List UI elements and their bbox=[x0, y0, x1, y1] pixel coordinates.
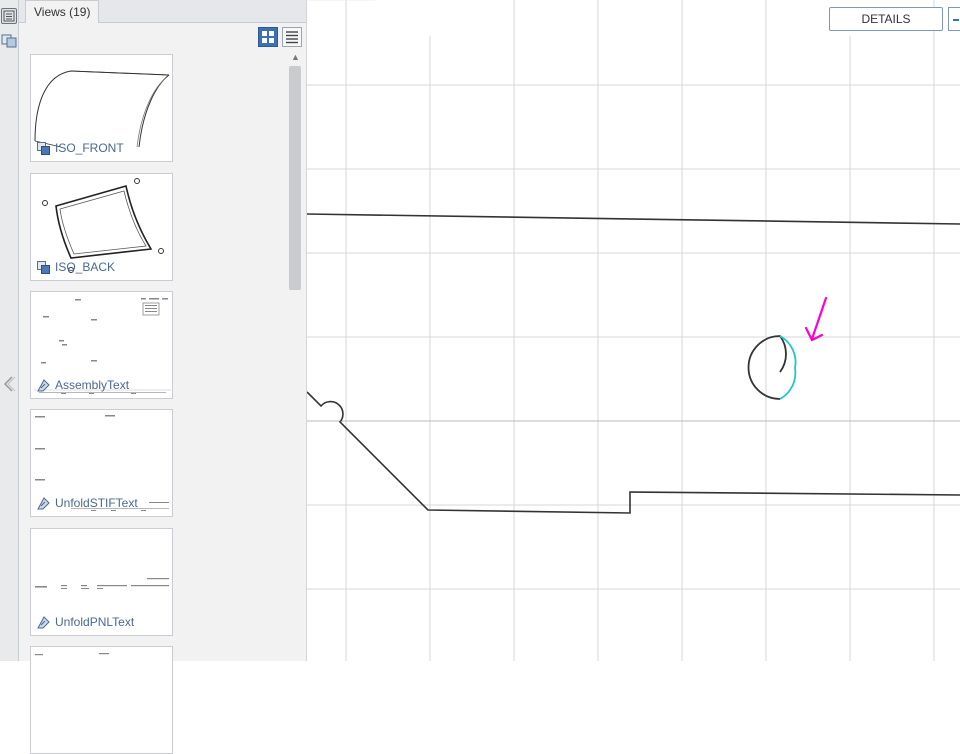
scroll-up-icon[interactable]: ▲ bbox=[291, 52, 300, 62]
grid-view-toggle-icon[interactable] bbox=[258, 27, 278, 47]
view-card-partial[interactable] bbox=[30, 646, 173, 754]
views-panel-icon[interactable] bbox=[1, 32, 17, 48]
annotation-arrow-icon bbox=[804, 296, 828, 342]
tab-views[interactable]: Views (19) bbox=[25, 0, 100, 23]
view-card-label: ISO_BACK bbox=[37, 260, 115, 274]
view-name: ISO_BACK bbox=[55, 260, 116, 274]
panel-scrollbar[interactable]: ▲ bbox=[289, 52, 301, 661]
view-card-iso-front[interactable]: ISO_FRONT bbox=[30, 54, 173, 162]
details-button[interactable]: DETAILS bbox=[829, 7, 943, 31]
text-view-icon bbox=[37, 615, 50, 628]
view-card-assembly-text[interactable]: AssemblyText bbox=[30, 291, 173, 399]
list-view-toggle-icon[interactable] bbox=[282, 27, 302, 47]
collapse-panel-chevron-icon[interactable] bbox=[1, 372, 17, 396]
view-name: AssemblyText bbox=[55, 378, 130, 392]
part-outline bbox=[306, 213, 960, 514]
grid-lines bbox=[307, 0, 960, 661]
view-card-unfold-pnl-text[interactable]: UnfoldPNLText bbox=[30, 528, 173, 636]
drawing-canvas[interactable] bbox=[306, 0, 960, 661]
text-view-icon bbox=[37, 378, 50, 391]
view-card-label: UnfoldSTIFText bbox=[37, 496, 138, 510]
hole-circle bbox=[747, 335, 797, 400]
view-card-label: UnfoldPNLText bbox=[37, 615, 134, 629]
left-toolstrip bbox=[0, 0, 19, 661]
view-card-unfold-stif-text[interactable]: UnfoldSTIFText bbox=[30, 409, 173, 517]
partial-thumbnail bbox=[35, 653, 109, 656]
view-name: ISO_FRONT bbox=[55, 141, 124, 155]
view-card-label: AssemblyText bbox=[37, 378, 129, 392]
scroll-thumb[interactable] bbox=[289, 66, 301, 290]
view-3d-icon bbox=[37, 260, 50, 274]
minus-icon bbox=[953, 19, 959, 21]
view-card-label: ISO_FRONT bbox=[37, 141, 124, 155]
view-card-iso-back[interactable]: ISO_BACK bbox=[30, 173, 173, 281]
views-panel: Views (19) ▲ ISO_FRONT ISO_BACK Assembly… bbox=[19, 0, 307, 754]
view-name: UnfoldPNLText bbox=[55, 615, 135, 629]
text-view-icon bbox=[37, 496, 50, 509]
view-name: UnfoldSTIFText bbox=[55, 496, 138, 510]
view-3d-icon bbox=[37, 141, 50, 155]
tree-panel-icon[interactable] bbox=[1, 8, 17, 24]
drawing-sheet[interactable] bbox=[306, 0, 960, 661]
minimize-button[interactable] bbox=[948, 7, 960, 31]
